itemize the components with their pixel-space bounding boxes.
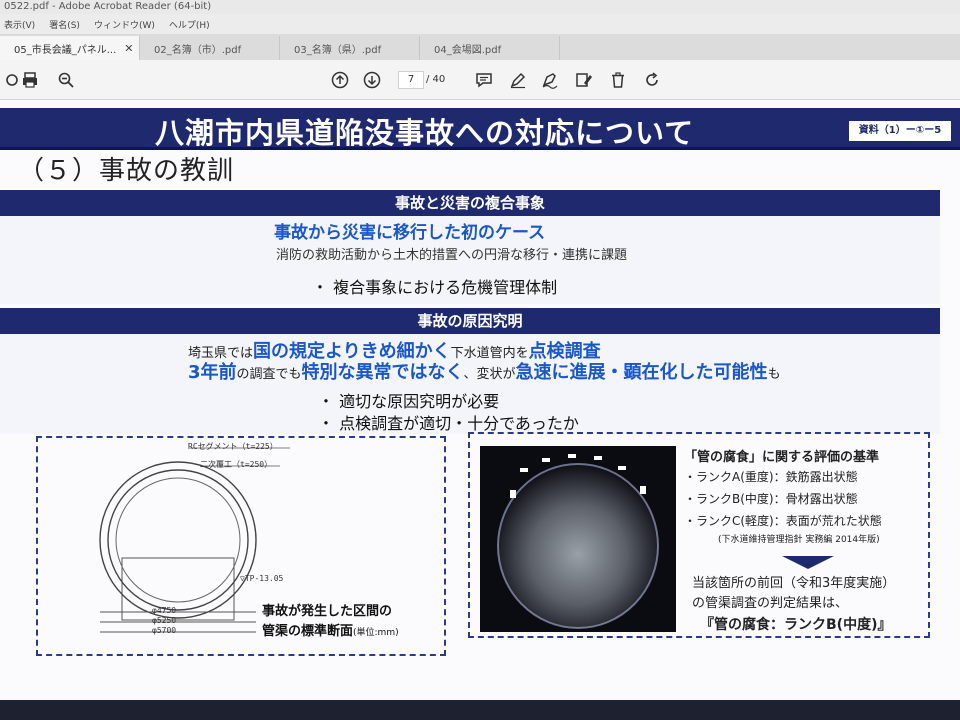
- block1-key-line: 事故から災害に移行した初のケース: [274, 223, 546, 243]
- close-icon[interactable]: ✕: [124, 42, 133, 55]
- pdf-page: 八潮市内県道陥没事故への対応について 資料（1）ー①ー5 （５）事故の教訓 事故…: [0, 100, 960, 700]
- result-verdict: 『管の腐食：ランクB(中度)』: [700, 617, 892, 633]
- pipe-interior-image: [480, 446, 676, 632]
- next-page-icon[interactable]: [360, 68, 384, 92]
- section-title: （５）事故の教訓: [18, 156, 235, 186]
- menu-bar: 表示(V) 署名(S) ウィンドウ(W) ヘルプ(H): [0, 14, 960, 34]
- page-number-input[interactable]: 7: [398, 71, 424, 89]
- emphasis-text: 急速に進展・顕在化した可能性: [515, 362, 768, 383]
- block1-sub-line: 消防の救助活動から土木的措置への円滑な移行・連携に課題: [276, 248, 628, 263]
- pipe-interior-photo: [480, 446, 676, 632]
- elevation-label: ▽TP-13.05: [240, 574, 284, 583]
- tab-doc-03[interactable]: 03_名簿（県）.pdf: [280, 36, 420, 60]
- emphasis-text: 特別な異常ではなく: [301, 362, 464, 383]
- block2-panel: 埼玉県では国の規定よりきめ細かく下水道管内を点検調査 3年前の調査でも特別な異常…: [0, 334, 940, 434]
- result-line2: の管渠調査の判定結果は、: [692, 596, 849, 611]
- tab-doc-05[interactable]: 05_市長会議_パネル... ✕: [0, 36, 140, 60]
- menu-sign[interactable]: 署名(S): [49, 18, 80, 31]
- rank-c: ・ランクC(軽度)：表面が荒れた状態: [684, 514, 882, 528]
- caption-text: 管渠の標準断面: [262, 624, 354, 639]
- dimension-label: φ4750: [152, 606, 177, 615]
- slide-title: 八潮市内県道陥没事故への対応について: [155, 116, 695, 150]
- text-segment: も: [767, 367, 781, 382]
- reference-badge: 資料（1）ー①ー5: [848, 120, 952, 142]
- emphasis-text: 3年前: [188, 362, 237, 383]
- block1-bullet: ・ 複合事象における危機管理体制: [312, 278, 558, 297]
- rotate-icon[interactable]: [640, 68, 664, 92]
- previous-page-icon[interactable]: [328, 68, 352, 92]
- dimension-label: φ5700: [152, 626, 177, 635]
- rank-b: ・ランクB(中度)：骨材露出状態: [684, 492, 858, 506]
- diagram-caption-line1: 事故が発生した区間の: [262, 604, 393, 619]
- menu-view[interactable]: 表示(V): [4, 18, 35, 31]
- menu-window[interactable]: ウィンドウ(W): [94, 18, 155, 31]
- menu-help[interactable]: ヘルプ(H): [169, 18, 210, 31]
- rank-a: ・ランクA(重度)：鉄筋露出状態: [684, 470, 858, 484]
- window-title-bar: 0522.pdf - Adobe Acrobat Reader (64-bit): [0, 0, 960, 14]
- tab-label: 05_市長会議_パネル...: [14, 44, 117, 56]
- tab-label: 04_会場図.pdf: [434, 44, 502, 56]
- edit-text-icon[interactable]: [572, 68, 596, 92]
- tab-doc-04[interactable]: 04_会場図.pdf: [420, 36, 560, 60]
- toolbar: 7 / 40: [0, 60, 960, 100]
- zoom-out-icon[interactable]: [54, 68, 78, 92]
- slide-title-band: 八潮市内県道陥没事故への対応について 資料（1）ー①ー5: [0, 108, 960, 150]
- delete-icon[interactable]: [606, 68, 630, 92]
- dimension-label: φ5250: [152, 616, 177, 625]
- lining-label: 二次覆工（t=250）: [200, 460, 273, 469]
- tab-label: 03_名簿（県）.pdf: [294, 44, 382, 56]
- block2-bullet2: ・ 点検調査が適切・十分であったか: [318, 414, 579, 433]
- sign-icon[interactable]: [538, 68, 562, 92]
- diagram-caption-line2: 管渠の標準断面(単位:mm): [262, 620, 399, 639]
- text-segment: 、変状が: [463, 367, 516, 382]
- highlight-pen-icon[interactable]: [506, 68, 530, 92]
- criteria-source: (下水道維持管理指針 実務編 2014年版): [718, 535, 880, 545]
- comment-icon[interactable]: [472, 68, 496, 92]
- criteria-title: 「管の腐食」に関する評価の基準: [684, 450, 880, 465]
- tab-doc-02[interactable]: 02_名簿（市）.pdf: [140, 36, 280, 60]
- caption-unit: (単位:mm): [353, 628, 399, 638]
- text-segment: の調査でも: [236, 367, 302, 382]
- block2-line2: 3年前の調査でも特別な異常ではなく、変状が急速に進展・顕在化した可能性も: [188, 358, 781, 384]
- block2-bullet1: ・ 適切な原因究明が必要: [318, 392, 500, 411]
- window-title: 0522.pdf - Adobe Acrobat Reader (64-bit): [4, 1, 212, 12]
- arrow-down-icon: [782, 556, 834, 569]
- block2-header: 事故の原因究明: [0, 308, 940, 334]
- result-line1: 当該箇所の前回（令和3年度実施）: [692, 576, 896, 591]
- print-icon[interactable]: [18, 68, 42, 92]
- page-total: / 40: [426, 74, 446, 85]
- segment-label: RCセグメント（t=225）: [188, 442, 278, 451]
- block1-panel: 事故から災害に移行した初のケース 消防の救助活動から土木的措置への円滑な移行・連…: [0, 216, 940, 304]
- tab-label: 02_名簿（市）.pdf: [154, 44, 242, 56]
- os-taskbar: [0, 700, 960, 720]
- block1-header: 事故と災害の複合事象: [0, 190, 940, 216]
- document-tab-bar: 05_市長会議_パネル... ✕ 02_名簿（市）.pdf 03_名簿（県）.p…: [0, 34, 960, 60]
